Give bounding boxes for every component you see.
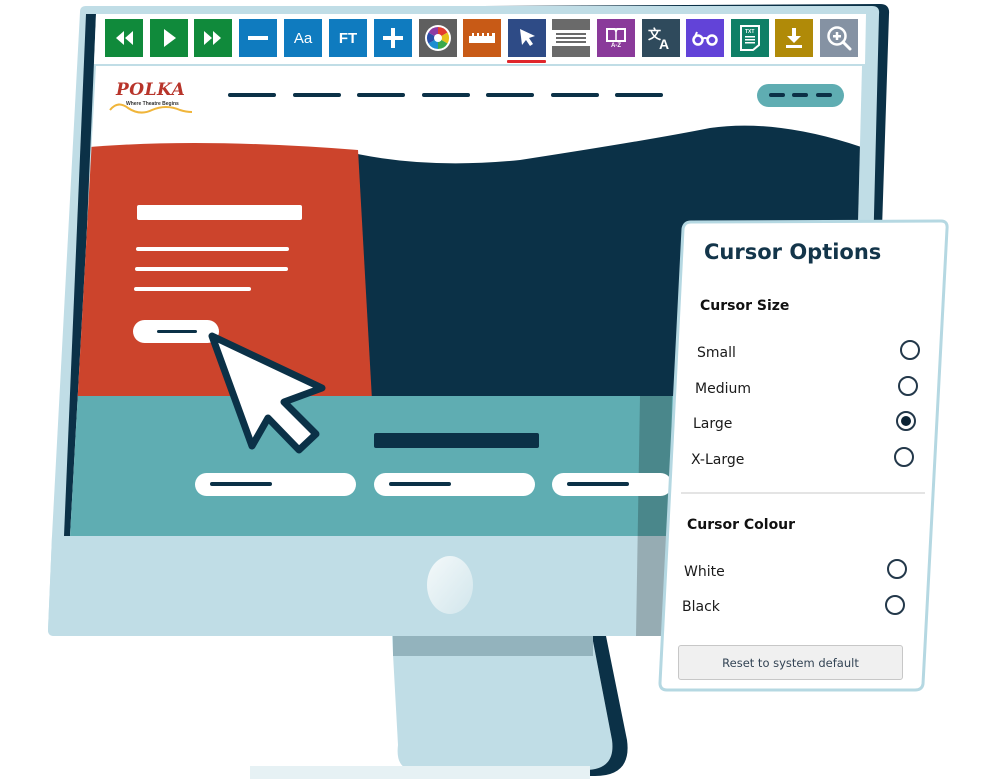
hero-text-line-1 — [136, 247, 289, 251]
colour-option-black-radio[interactable] — [885, 595, 905, 615]
hero-orange-area — [70, 143, 372, 400]
minus-icon — [248, 36, 268, 40]
size-option-small-label: Small — [697, 345, 736, 361]
fast-forward-icon — [204, 31, 221, 45]
active-tool-indicator — [507, 60, 546, 63]
cursor-colour-heading: Cursor Colour — [687, 517, 796, 533]
increase-text-button[interactable] — [374, 19, 412, 57]
screen-mask-button[interactable] — [552, 19, 590, 57]
screen-mask-icon — [552, 30, 590, 46]
dictionary-label: A-Z — [611, 42, 621, 49]
nav-link-7[interactable] — [615, 93, 663, 97]
teal-heading-bar — [374, 433, 539, 448]
size-option-xlarge-radio[interactable] — [894, 447, 914, 467]
colour-wheel-icon — [425, 25, 451, 51]
translate-icon: 文 A — [648, 27, 669, 50]
hero-text-line-2 — [135, 267, 288, 271]
cursor-size-heading: Cursor Size — [700, 298, 790, 314]
nav-link-5[interactable] — [486, 93, 534, 97]
size-option-medium-label: Medium — [695, 381, 751, 397]
colour-option-black-label: Black — [682, 599, 720, 615]
cursor-button[interactable] — [508, 19, 546, 57]
logo-name: POLKA — [116, 80, 186, 100]
nav-link-2[interactable] — [293, 93, 341, 97]
download-button[interactable] — [775, 19, 813, 57]
nav-link-6[interactable] — [551, 93, 599, 97]
rewind-icon — [116, 31, 133, 45]
size-option-small-radio[interactable] — [900, 340, 920, 360]
dictionary-button[interactable]: A-Z — [597, 19, 635, 57]
svg-text:TXT: TXT — [745, 29, 754, 35]
zoom-in-icon — [827, 26, 852, 51]
cursor-icon — [520, 29, 535, 46]
monitor-base-gradient — [250, 766, 590, 779]
fast-forward-button[interactable] — [194, 19, 232, 57]
size-option-medium-radio[interactable] — [898, 376, 918, 396]
font-icon: Aa — [293, 29, 313, 47]
font-type-button[interactable]: FT — [329, 19, 367, 57]
glasses-icon — [692, 31, 718, 46]
text-file-icon: TXT — [740, 25, 760, 51]
reader-button[interactable] — [686, 19, 724, 57]
monitor-logo — [427, 556, 473, 614]
size-option-large-radio[interactable] — [896, 411, 916, 431]
font-type-icon: FT — [338, 29, 358, 47]
size-option-large-label: Large — [693, 416, 733, 432]
size-option-xlarge-label: X-Large — [691, 452, 745, 468]
nav-link-4[interactable] — [422, 93, 470, 97]
colour-button[interactable] — [419, 19, 457, 57]
svg-text:A: A — [659, 36, 669, 50]
play-icon — [164, 29, 176, 47]
translate-button[interactable]: 文 A — [642, 19, 680, 57]
illustration-scene: POLKA Where Theatre Begins Aa FT A-Z 文 A… — [0, 0, 1000, 779]
font-style-button[interactable]: Aa — [284, 19, 322, 57]
site-logo[interactable]: POLKA Where Theatre Begins — [112, 80, 202, 116]
plus-icon — [383, 28, 403, 48]
download-icon — [786, 28, 802, 48]
colour-option-white-radio[interactable] — [887, 559, 907, 579]
text-file-button[interactable]: TXT — [731, 19, 769, 57]
panel-title: Cursor Options — [704, 240, 882, 264]
decrease-text-button[interactable] — [239, 19, 277, 57]
monitor-stand-shadow — [393, 636, 593, 656]
hero-text-line-3 — [134, 287, 251, 291]
colour-option-white-label: White — [684, 564, 725, 580]
reset-to-default-button[interactable]: Reset to system default — [678, 645, 903, 680]
dictionary-icon — [606, 27, 626, 42]
ruler-button[interactable] — [463, 19, 501, 57]
play-button[interactable] — [150, 19, 188, 57]
nav-link-3[interactable] — [357, 93, 405, 97]
nav-link-1[interactable] — [228, 93, 276, 97]
magnifier-button[interactable] — [820, 19, 858, 57]
rewind-button[interactable] — [105, 19, 143, 57]
logo-tagline: Where Theatre Begins — [126, 101, 179, 107]
monitor-stand — [392, 636, 613, 770]
ruler-icon — [469, 33, 495, 43]
hero-heading-bar — [137, 205, 302, 220]
